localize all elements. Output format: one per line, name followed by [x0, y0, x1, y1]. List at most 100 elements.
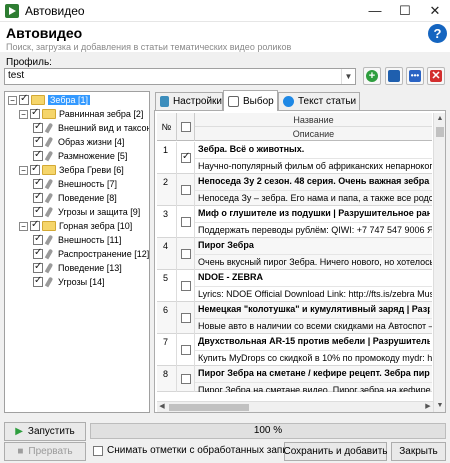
- tree-node-label[interactable]: Зебра [1]: [48, 95, 91, 105]
- clear-marks-option[interactable]: Снимать отметки с обработанных записей: [93, 445, 304, 456]
- collapse-icon[interactable]: −: [19, 221, 28, 231]
- tree-node[interactable]: Угрозы и защита [9]: [33, 205, 140, 218]
- row-checkbox[interactable]: [181, 151, 191, 163]
- horizontal-scrollbar[interactable]: ◀ ▶: [157, 401, 433, 412]
- tree-node-label[interactable]: Распространение [12]: [58, 249, 149, 259]
- scroll-up-icon[interactable]: ▲: [434, 113, 445, 125]
- collapse-icon[interactable]: −: [8, 95, 17, 105]
- column-header-number[interactable]: №: [157, 113, 177, 141]
- row-checkbox[interactable]: [181, 185, 191, 195]
- title-bar: Автовидео — ☐ ✕: [0, 0, 450, 22]
- save-and-add-button[interactable]: Сохранить и добавить: [284, 442, 388, 461]
- tree-checkbox[interactable]: [30, 107, 40, 119]
- tree-node-label[interactable]: Внешний вид и таксон: [58, 123, 149, 133]
- tree-node[interactable]: Внешность [11]: [33, 233, 121, 246]
- table-row[interactable]: 3 Миф о глушителе из подушки | Разрушите…: [157, 206, 432, 238]
- help-icon[interactable]: ?: [428, 24, 447, 43]
- close-window-button[interactable]: ✕: [420, 0, 450, 22]
- tree-node-label[interactable]: Размножение [5]: [58, 151, 127, 161]
- column-header-description[interactable]: Описание: [195, 127, 432, 141]
- row-checkbox[interactable]: [181, 345, 191, 355]
- tree-node-label[interactable]: Равнинная зебра [2]: [59, 109, 143, 119]
- stop-button[interactable]: ■ Прервать: [4, 442, 86, 461]
- tree-node[interactable]: Образ жизни [4]: [33, 135, 124, 148]
- table-row[interactable]: 2 Непоседа Зу 2 сезон. 48 серия. Очень в…: [157, 174, 432, 206]
- tree-node-label[interactable]: Внешность [11]: [58, 235, 121, 245]
- column-header-check[interactable]: [177, 113, 195, 141]
- tree-node-label[interactable]: Зебра Греви [6]: [59, 165, 124, 175]
- chevron-down-icon[interactable]: ▼: [341, 69, 355, 84]
- close-button[interactable]: Закрыть: [391, 442, 446, 461]
- tree-checkbox[interactable]: [33, 135, 43, 147]
- categories-tree[interactable]: − Зебра [1] − Равнинная зебра [2] Внешни…: [4, 91, 150, 413]
- tree-node-label[interactable]: Поведение [8]: [58, 193, 117, 203]
- tree-node[interactable]: − Равнинная зебра [2]: [19, 107, 143, 120]
- row-checkbox[interactable]: [181, 281, 191, 291]
- vertical-scrollbar[interactable]: ▲ ▼: [433, 113, 445, 412]
- profile-select[interactable]: test ▼: [4, 68, 356, 85]
- table-row[interactable]: 8 Пирог Зебра на сметане / кефире рецепт…: [157, 366, 432, 392]
- tree-checkbox[interactable]: [33, 247, 43, 259]
- row-checkbox[interactable]: [181, 313, 191, 323]
- tree-checkbox[interactable]: [30, 163, 40, 175]
- delete-profile-button[interactable]: ✕: [427, 67, 445, 85]
- tree-node-label[interactable]: Внешность [7]: [58, 179, 117, 189]
- minimize-button[interactable]: —: [360, 0, 390, 22]
- tree-checkbox[interactable]: [30, 219, 40, 231]
- scroll-right-icon[interactable]: ▶: [423, 402, 433, 412]
- tree-node-label[interactable]: Поведение [13]: [58, 263, 122, 273]
- collapse-icon[interactable]: −: [19, 109, 28, 119]
- row-checkbox[interactable]: [181, 217, 191, 227]
- scroll-thumb[interactable]: [169, 404, 249, 411]
- tree-checkbox[interactable]: [33, 177, 43, 189]
- table-row[interactable]: 7 Двухствольная AR-15 против мебели | Ра…: [157, 334, 432, 366]
- start-button[interactable]: ▶ Запустить: [4, 422, 86, 441]
- row-number: 4: [157, 238, 177, 270]
- tree-node[interactable]: Поведение [8]: [33, 191, 117, 204]
- add-profile-button[interactable]: +: [363, 67, 381, 85]
- table-row[interactable]: 1 Зебра. Всё о животных. Научно-популярн…: [157, 142, 432, 174]
- tree-node[interactable]: Угрозы [14]: [33, 275, 105, 288]
- delete-icon: ✕: [430, 70, 442, 82]
- table-row[interactable]: 6 Немецкая "колотушка" и кумулятивный за…: [157, 302, 432, 334]
- column-header-title[interactable]: Название: [195, 113, 432, 127]
- clear-marks-checkbox[interactable]: [93, 445, 103, 456]
- table-row[interactable]: 5 NDOE - ZEBRA Lyrics: NDOE Official Dow…: [157, 270, 432, 302]
- tree-node[interactable]: − Зебра [1]: [8, 93, 91, 106]
- tree-node[interactable]: Внешний вид и таксон: [33, 121, 149, 134]
- collapse-icon[interactable]: −: [19, 165, 28, 175]
- profile-options-button[interactable]: •••: [406, 67, 424, 85]
- scroll-down-icon[interactable]: ▼: [434, 400, 445, 412]
- tree-checkbox[interactable]: [33, 275, 43, 287]
- tab-select[interactable]: Выбор: [223, 90, 278, 111]
- tree-node-label[interactable]: Угрозы и защита [9]: [58, 207, 140, 217]
- table-row[interactable]: 4 Пирог Зебра Очень вкусный пирог Зебра.…: [157, 238, 432, 270]
- folder-icon: [42, 221, 56, 231]
- tree-node-label[interactable]: Образ жизни [4]: [58, 137, 124, 147]
- tree-checkbox[interactable]: [33, 149, 43, 161]
- tree-checkbox[interactable]: [19, 93, 29, 105]
- tree-checkbox[interactable]: [33, 233, 43, 245]
- scroll-left-icon[interactable]: ◀: [157, 402, 167, 412]
- tree-checkbox[interactable]: [33, 191, 43, 203]
- maximize-button[interactable]: ☐: [390, 0, 420, 22]
- tree-node[interactable]: Распространение [12]: [33, 247, 149, 260]
- row-description: Купить MyDrops со скидкой в 10% по промо…: [195, 350, 432, 366]
- tab-article-text[interactable]: Текст статьи: [278, 92, 360, 110]
- tree-checkbox[interactable]: [33, 261, 43, 273]
- row-checkbox[interactable]: [181, 374, 191, 384]
- select-all-checkbox[interactable]: [181, 122, 191, 132]
- tree-checkbox[interactable]: [33, 121, 43, 133]
- tree-node[interactable]: − Горная зебра [10]: [19, 219, 132, 232]
- save-profile-button[interactable]: [385, 67, 403, 85]
- tree-node-label[interactable]: Угрозы [14]: [58, 277, 105, 287]
- tree-node[interactable]: − Зебра Греви [6]: [19, 163, 124, 176]
- tree-node[interactable]: Поведение [13]: [33, 261, 122, 274]
- scroll-thumb[interactable]: [436, 127, 444, 137]
- tree-checkbox[interactable]: [33, 205, 43, 217]
- tab-settings[interactable]: Настройки: [155, 92, 223, 110]
- tree-node-label[interactable]: Горная зебра [10]: [59, 221, 132, 231]
- row-checkbox[interactable]: [181, 249, 191, 259]
- tree-node[interactable]: Внешность [7]: [33, 177, 117, 190]
- tree-node[interactable]: Размножение [5]: [33, 149, 127, 162]
